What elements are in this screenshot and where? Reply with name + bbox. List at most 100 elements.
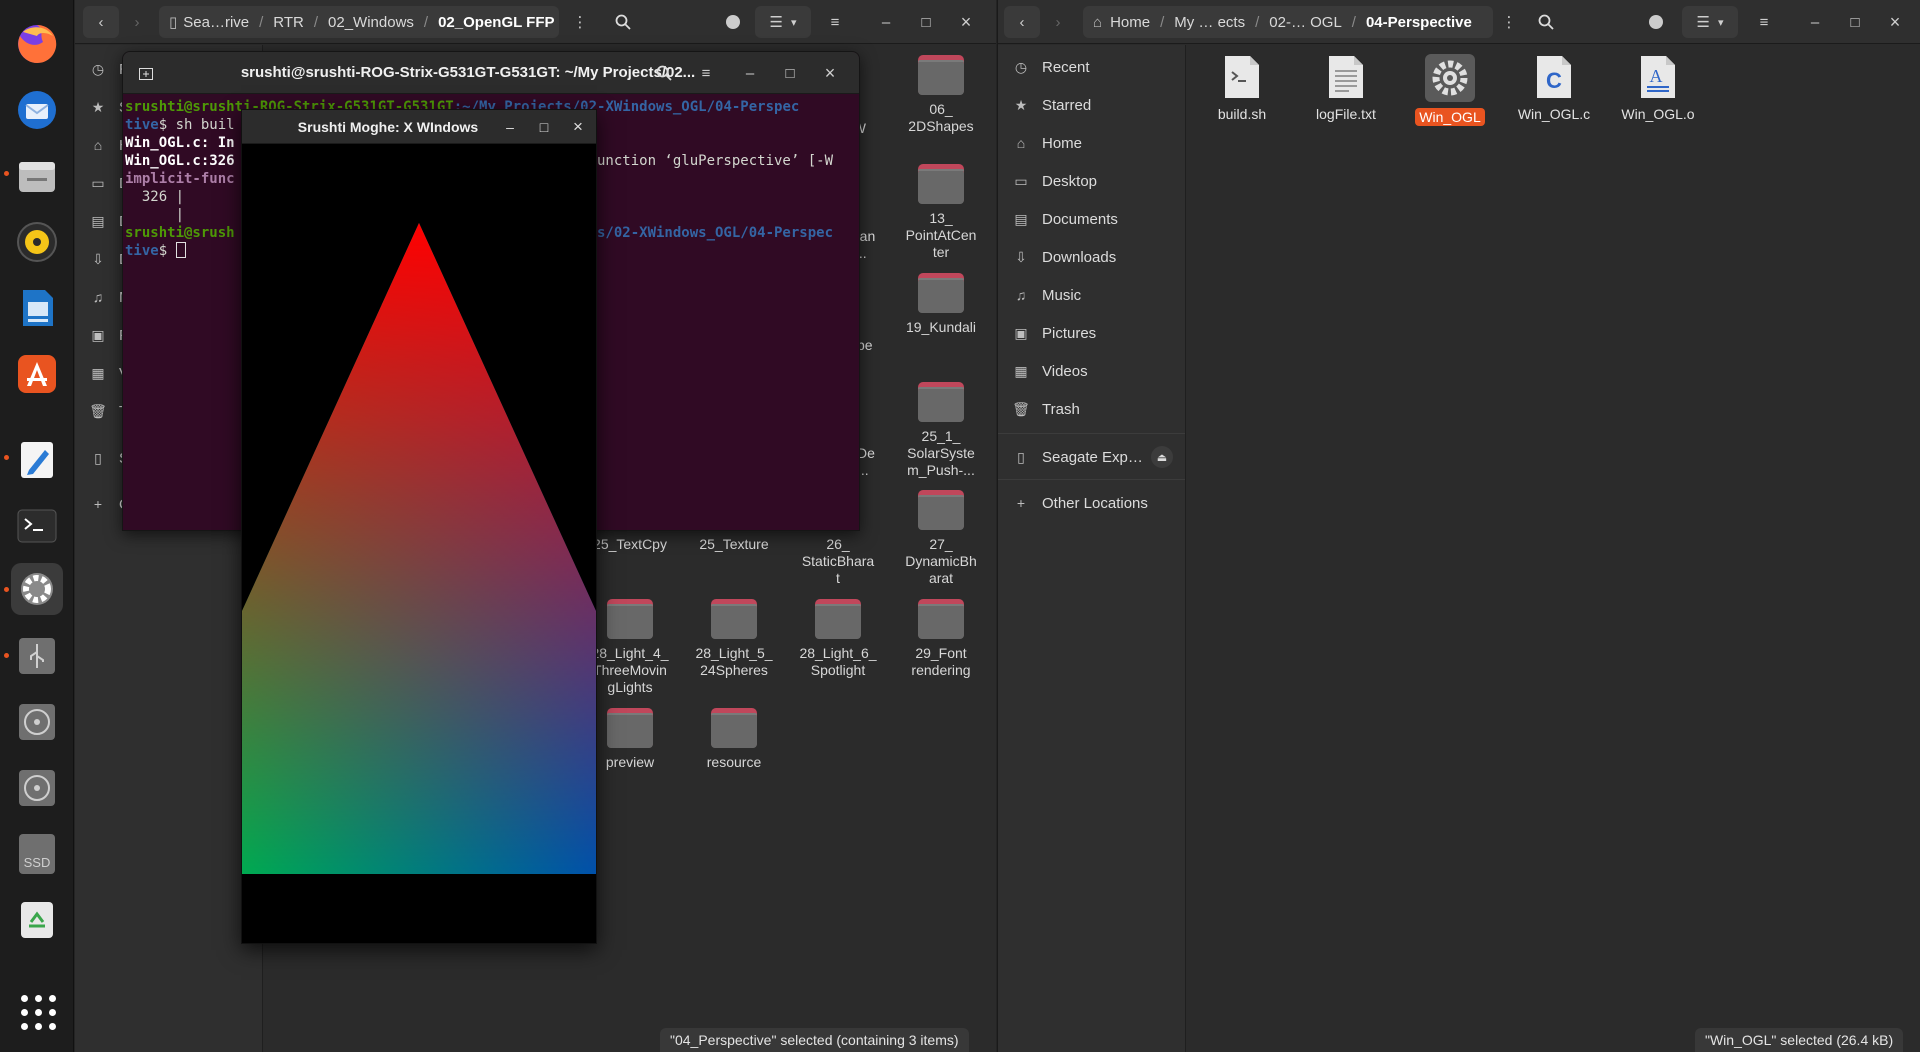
minimize-button[interactable]: –: [1798, 6, 1832, 38]
opengl-maximize-button[interactable]: □: [533, 116, 555, 138]
opengl-titlebar: Srushti Moghe: X WIndows – □ ×: [242, 110, 596, 144]
sidebar-item-other-locations[interactable]: + Other Locations: [998, 484, 1185, 522]
sidebar-item-recent[interactable]: ◷ Recent: [998, 48, 1185, 86]
forward-button[interactable]: ›: [1040, 6, 1076, 38]
folder-item[interactable]: 27_ DynamicBh arat: [890, 490, 992, 587]
sidebar-item-seagate[interactable]: ▯ Seagate Exp… ⏏: [998, 438, 1185, 476]
dock-impress[interactable]: [11, 282, 63, 334]
dock-usb-drive[interactable]: [11, 630, 63, 682]
file-item-selected[interactable]: Win_OGL: [1400, 54, 1500, 126]
terminal-search-button[interactable]: [647, 57, 681, 89]
sidebar-item-pictures[interactable]: ▣ Pictures: [998, 314, 1185, 352]
opengl-minimize-button[interactable]: –: [499, 116, 521, 138]
dock-trash[interactable]: [11, 894, 63, 946]
path-menu-button[interactable]: ⋮: [1492, 6, 1526, 38]
folder-item[interactable]: 25_Texture: [683, 536, 785, 553]
menu-button[interactable]: ≡: [817, 6, 853, 38]
sidebar-item-music[interactable]: ♫ Music: [998, 276, 1185, 314]
terminal-line: Win_OGL.c:326: [125, 153, 235, 169]
sidebar-item-trash[interactable]: 🗑 Trash: [998, 390, 1185, 428]
terminal-line: srushti@srush: [125, 225, 235, 241]
forward-button[interactable]: ›: [119, 6, 155, 38]
folder-item[interactable]: 29_Font rendering: [890, 599, 992, 679]
terminal-close-button[interactable]: ×: [813, 57, 847, 89]
folder-item[interactable]: 25_1_ SolarSyste m_Push-...: [890, 382, 992, 479]
terminal-menu-button[interactable]: ≡: [689, 57, 723, 89]
breadcrumb-item[interactable]: Sea…rive: [183, 14, 249, 31]
list-view-button[interactable]: ☰ ▾: [755, 6, 811, 38]
file-item[interactable]: A Win_OGL.o: [1608, 54, 1708, 122]
terminal-prompt[interactable]: tive$: [125, 242, 186, 260]
eject-icon[interactable]: ⏏: [1151, 446, 1173, 468]
breadcrumb-current[interactable]: 02_OpenGL FFP: [438, 14, 554, 31]
folder-item[interactable]: 28_Light_6_ Spotlight: [787, 599, 889, 679]
star-icon: ★: [1014, 96, 1028, 113]
terminal-cursor: [175, 242, 186, 258]
breadcrumb-item[interactable]: My … ects: [1174, 14, 1245, 31]
breadcrumb-item[interactable]: Home: [1110, 14, 1150, 31]
terminal-minimize-button[interactable]: –: [733, 57, 767, 89]
dock-ssd-drive[interactable]: SSD: [11, 828, 63, 880]
script-file-icon: [1222, 54, 1262, 100]
sidebar-item-videos[interactable]: ▦ Videos: [998, 352, 1185, 390]
folder-item[interactable]: 13_ PointAtCen ter: [890, 164, 992, 261]
opengl-close-button[interactable]: ×: [567, 116, 589, 138]
search-icon: [656, 65, 672, 81]
sidebar-item-documents[interactable]: ▤ Documents: [998, 200, 1185, 238]
sidebar-item-starred[interactable]: ★ Starred: [998, 86, 1185, 124]
view-toggle-button[interactable]: [715, 6, 751, 38]
list-view-button[interactable]: ☰ ▾: [1682, 6, 1738, 38]
dock-app-center[interactable]: [11, 348, 63, 400]
terminal-maximize-button[interactable]: □: [773, 57, 807, 89]
downloads-icon: ⇩: [1015, 248, 1027, 265]
dock-settings[interactable]: [11, 563, 63, 615]
folder-item[interactable]: 26_ StaticBhara t: [787, 536, 889, 587]
file-item[interactable]: build.sh: [1192, 54, 1292, 122]
opengl-window[interactable]: Srushti Moghe: X WIndows – □ ×: [241, 109, 597, 944]
folder-item[interactable]: resource: [683, 708, 785, 771]
breadcrumb: ⌂ Home / My … ects/ 02-… OGL/ 04-Perspect…: [1083, 6, 1493, 38]
back-button[interactable]: ‹: [83, 6, 119, 38]
ssd-icon: SSD: [19, 834, 55, 874]
dock-optical-drive-1[interactable]: [11, 696, 63, 748]
file-item[interactable]: logFile.txt: [1296, 54, 1396, 122]
dock-files[interactable]: [11, 150, 63, 202]
menu-button[interactable]: ≡: [1746, 6, 1782, 38]
dock-optical-drive-2[interactable]: [11, 762, 63, 814]
minimize-button[interactable]: –: [869, 6, 903, 38]
star-icon: ★: [91, 98, 105, 115]
chevron-down-icon: ▾: [790, 16, 797, 29]
dock-firefox[interactable]: [11, 18, 63, 70]
file-item[interactable]: C Win_OGL.c: [1504, 54, 1604, 122]
sidebar-item-desktop[interactable]: ▭ Desktop: [998, 162, 1185, 200]
folder-item[interactable]: 19_Kundali: [890, 273, 992, 336]
dock-terminal[interactable]: [11, 500, 63, 552]
terminal-line: |: [125, 207, 185, 223]
new-tab-button[interactable]: [129, 57, 163, 89]
search-button[interactable]: [1528, 6, 1564, 38]
maximize-button[interactable]: □: [1838, 6, 1872, 38]
dock-text-editor[interactable]: [11, 434, 63, 486]
breadcrumb-item[interactable]: 02-… OGL: [1269, 14, 1342, 31]
right-headerbar: ‹ › ⌂ Home / My … ects/ 02-… OGL/ 04-Pers…: [998, 0, 1920, 44]
breadcrumb-item[interactable]: RTR: [273, 14, 304, 31]
folder-item[interactable]: 28_Light_5_ 24Spheres: [683, 599, 785, 679]
maximize-button[interactable]: □: [909, 6, 943, 38]
back-button[interactable]: ‹: [1004, 6, 1040, 38]
dock-thunderbird[interactable]: [11, 84, 63, 136]
show-apps-grid-icon[interactable]: [19, 993, 56, 1030]
dock-rhythmbox[interactable]: [11, 216, 63, 268]
folder-item[interactable]: 06_ 2DShapes: [890, 55, 992, 135]
sidebar-item-downloads[interactable]: ⇩ Downloads: [998, 238, 1185, 276]
breadcrumb-current[interactable]: 04-Perspective: [1366, 14, 1472, 31]
breadcrumb-item[interactable]: 02_Windows: [328, 14, 414, 31]
sidebar-item-home[interactable]: ⌂ Home: [998, 124, 1185, 162]
path-menu-button[interactable]: ⋮: [563, 6, 597, 38]
desktop-icon: ▭: [1014, 172, 1028, 189]
search-button[interactable]: [605, 6, 641, 38]
terminal-line: tive$ sh buil: [125, 117, 235, 133]
files-icon: [19, 162, 55, 192]
close-button[interactable]: ×: [1878, 6, 1912, 38]
view-toggle-button[interactable]: [1638, 6, 1674, 38]
close-button[interactable]: ×: [949, 6, 983, 38]
